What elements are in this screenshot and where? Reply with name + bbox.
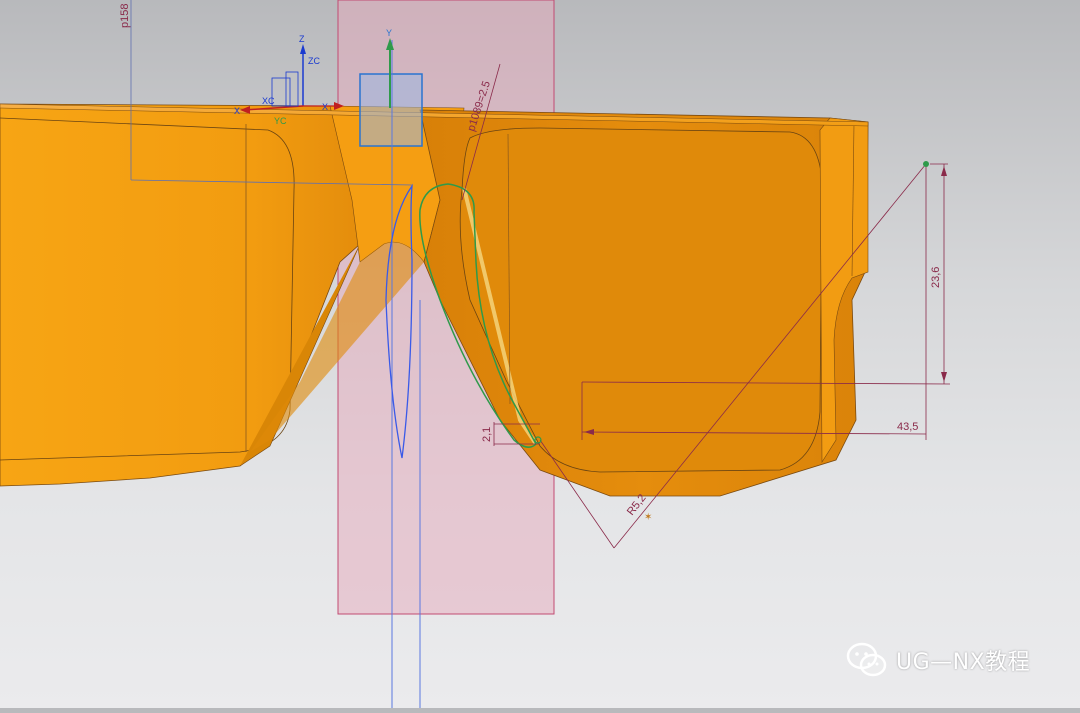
svg-text:XC: XC	[262, 96, 275, 106]
svg-text:23,6: 23,6	[930, 267, 942, 288]
svg-text:ZC: ZC	[308, 56, 320, 66]
svg-text:Z: Z	[299, 34, 305, 44]
cad-viewport[interactable]: Y Z ZC X XC YC X p158 p1089=2.5 23,6 43,…	[0, 0, 1080, 708]
svg-text:X: X	[322, 102, 328, 112]
svg-text:YC: YC	[274, 116, 287, 126]
svg-text:p158: p158	[119, 4, 131, 28]
svg-text:2,1: 2,1	[481, 427, 493, 442]
wechat-icon	[846, 642, 887, 677]
svg-text:43,5: 43,5	[897, 421, 918, 433]
left-frame[interactable]	[0, 103, 361, 487]
svg-text:Y: Y	[386, 28, 392, 38]
watermark-label: UG—NX教程	[896, 650, 1031, 675]
svg-text:X: X	[234, 106, 240, 116]
svg-text:✶: ✶	[644, 512, 652, 523]
watermark: UG—NX教程	[846, 640, 1030, 680]
